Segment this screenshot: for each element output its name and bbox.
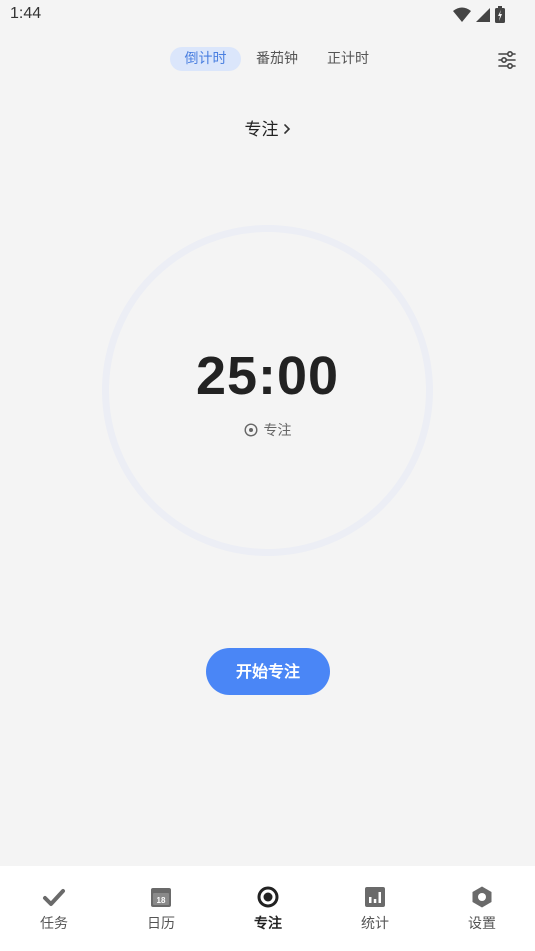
nav-label-tasks: 任务 [40,916,68,932]
focus-mode-selector[interactable]: 专注 [0,115,535,140]
status-time: 1:44 [10,5,42,22]
nav-item-tasks[interactable]: 任务 [14,885,94,933]
chevron-right-icon [283,120,291,140]
status-icons [453,6,505,27]
tab-pomodoro[interactable]: 番茄钟 [249,47,305,71]
target-icon [243,423,258,437]
start-focus-button[interactable]: 开始专注 [206,648,330,695]
nav-item-focus[interactable]: 专注 [228,885,308,933]
status-bar: 1:44 [0,0,535,30]
check-icon [43,889,65,906]
nav-item-calendar[interactable]: 18 日历 [121,885,201,933]
bar-chart-icon [365,887,385,907]
focus-target-icon [257,886,279,908]
wifi-icon [453,7,471,27]
nav-item-stats[interactable]: 统计 [335,885,415,933]
tab-countdown[interactable]: 倒计时 [170,47,241,71]
nav-item-settings[interactable]: 设置 [442,885,522,933]
battery-icon [495,6,505,27]
bottom-nav: 任务 18 日历 专注 统计 设置 [0,866,535,951]
nav-label-focus: 专注 [254,916,282,932]
timer-label: 专注 [0,420,535,440]
settings-hexagon-icon [472,886,492,908]
nav-label-settings: 设置 [468,916,496,932]
tab-stopwatch[interactable]: 正计时 [320,47,376,71]
sliders-icon [498,50,516,70]
timer-label-text: 专注 [263,423,292,439]
signal-icon [475,7,491,27]
calendar-icon: 18 [151,888,171,907]
nav-label-calendar: 日历 [147,916,175,932]
settings-sliders-button[interactable] [497,50,517,70]
calendar-day: 18 [157,896,166,905]
nav-label-stats: 统计 [361,916,389,932]
timer-mode-tabs: 倒计时 番茄钟 正计时 [0,47,535,71]
focus-mode-label: 专注 [244,120,279,140]
timer-display: 25:00 [195,346,340,406]
